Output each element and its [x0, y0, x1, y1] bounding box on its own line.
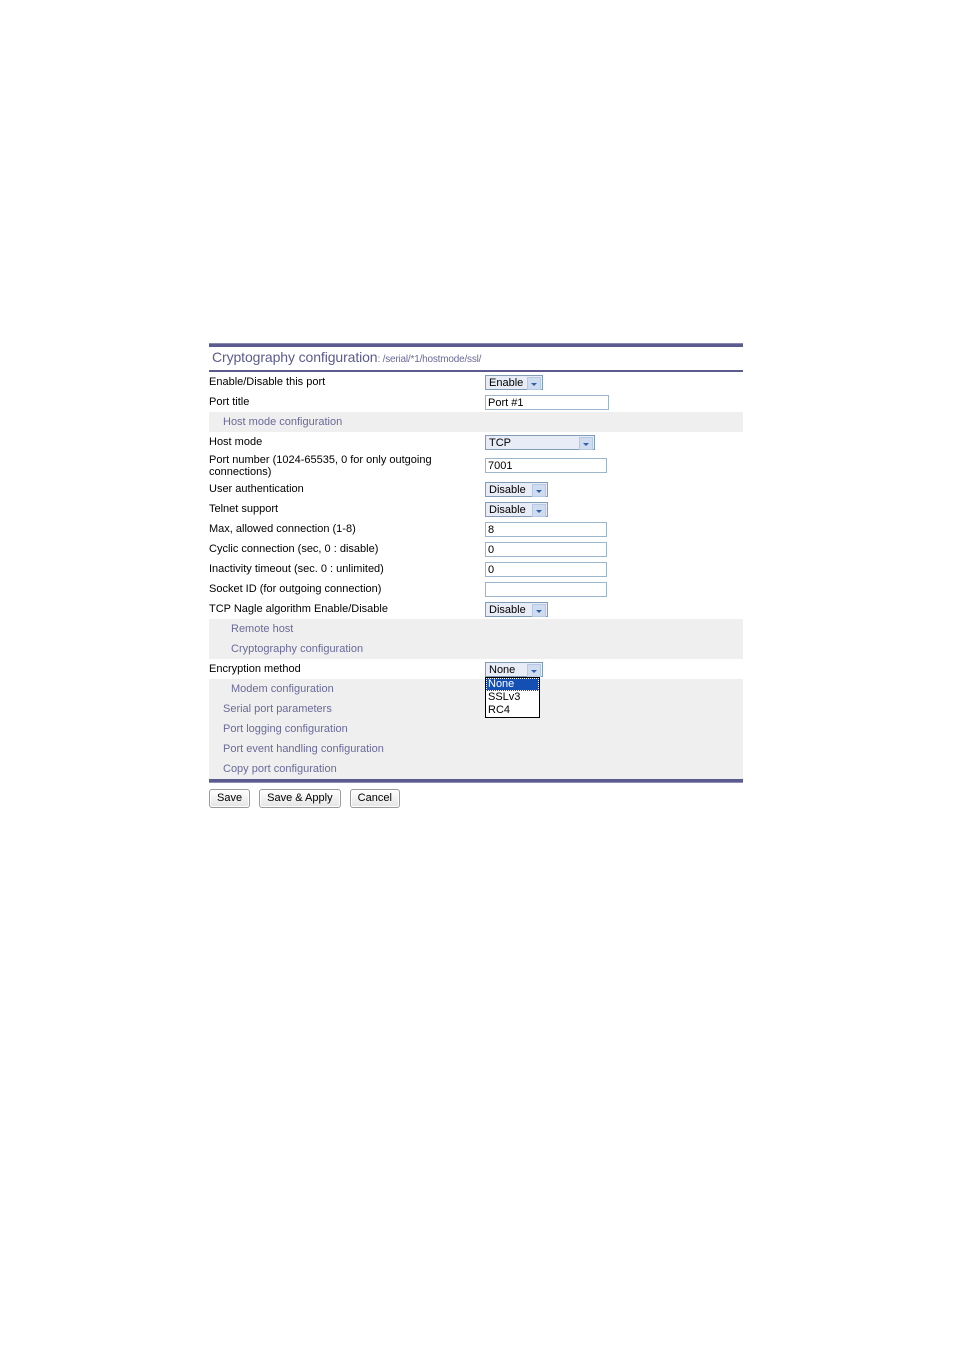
encryption-option-none[interactable]: None	[486, 677, 539, 691]
max-connection-field: 8	[485, 519, 743, 539]
cyclic-connection-input[interactable]: 0	[485, 541, 607, 557]
chevron-down-icon[interactable]	[532, 483, 546, 497]
section-host-mode-configuration: Host mode configuration	[209, 412, 743, 432]
section-copy-port-label: Copy port configuration	[223, 763, 337, 775]
table-row-socket-id: Socket ID (for outgoing connection)	[209, 579, 743, 599]
port-number-label: Port number (1024-65535, 0 for only outg…	[209, 453, 432, 478]
enable-port-field: Enable	[485, 372, 743, 392]
port-number-field: 7001	[485, 452, 743, 479]
inactivity-timeout-label: Inactivity timeout (sec. 0 : unlimited)	[209, 563, 384, 575]
table-row-port-number: Port number (1024-65535, 0 for only outg…	[209, 452, 743, 479]
chevron-down-icon[interactable]	[532, 603, 546, 617]
table-row-host-mode: Host mode TCP	[209, 432, 743, 452]
max-connection-input[interactable]: 8	[485, 521, 607, 537]
section-serial-port-parameters[interactable]: Serial port parameters	[209, 699, 743, 719]
button-bar: Save Save & Apply Cancel	[209, 789, 743, 808]
table-row-encryption-method: Encryption method None None SSLv3 RC4	[209, 659, 743, 718]
encryption-method-select[interactable]: None	[485, 661, 543, 677]
port-number-input[interactable]: 7001	[485, 458, 607, 473]
table-row-enable-port: Enable/Disable this port Enable	[209, 372, 743, 392]
port-title-field: Port #1	[485, 392, 743, 412]
section-port-logging-label: Port logging configuration	[223, 723, 348, 735]
section-host-mode-label: Host mode configuration	[223, 416, 343, 428]
section-port-event-label: Port event handling configuration	[223, 743, 384, 755]
user-authentication-select-value: Disable	[489, 483, 526, 496]
enable-port-select[interactable]: Enable	[485, 374, 543, 390]
port-title-input[interactable]: Port #1	[485, 394, 609, 410]
host-mode-select-value: TCP	[489, 436, 511, 449]
tcp-nagle-select-value: Disable	[489, 603, 526, 616]
encryption-method-option-list[interactable]: None SSLv3 RC4	[485, 676, 540, 718]
panel-bottom-rule	[209, 779, 743, 783]
section-modem-configuration[interactable]: Modem configuration	[209, 679, 743, 699]
chevron-down-icon[interactable]	[532, 503, 546, 517]
table-row-inactivity-timeout: Inactivity timeout (sec. 0 : unlimited) …	[209, 559, 743, 579]
table-row-max-connection: Max, allowed connection (1-8) 8	[209, 519, 743, 539]
encryption-method-label: Encryption method	[209, 663, 301, 675]
section-modem-label: Modem configuration	[231, 683, 334, 695]
telnet-support-select-value: Disable	[489, 503, 526, 516]
host-mode-select[interactable]: TCP	[485, 434, 595, 450]
max-connection-label: Max, allowed connection (1-8)	[209, 523, 356, 535]
section-cryptography-configuration[interactable]: Cryptography configuration	[209, 639, 743, 659]
host-mode-field: TCP	[485, 432, 743, 452]
section-remote-host-label: Remote host	[231, 623, 294, 635]
tcp-nagle-select[interactable]: Disable	[485, 601, 548, 617]
user-authentication-select[interactable]: Disable	[485, 481, 548, 497]
cryptography-configuration-panel: Cryptography configuration: /serial/*1/h…	[209, 343, 743, 808]
breadcrumb-path: : /serial/*1/hostmode/ssl/	[377, 354, 482, 365]
table-row-tcp-nagle: TCP Nagle algorithm Enable/Disable Disab…	[209, 599, 743, 619]
section-port-logging-configuration[interactable]: Port logging configuration	[209, 719, 743, 739]
user-authentication-label: User authentication	[209, 483, 304, 495]
section-cryptography-label: Cryptography configuration	[231, 643, 364, 655]
page-title: Cryptography configuration: /serial/*1/h…	[209, 347, 743, 370]
telnet-support-field: Disable	[485, 499, 743, 519]
chevron-down-icon[interactable]	[579, 436, 593, 450]
enable-port-select-value: Enable	[489, 376, 524, 389]
table-row-telnet-support: Telnet support Disable	[209, 499, 743, 519]
inactivity-timeout-field: 0	[485, 559, 743, 579]
page-title-main: Cryptography configuration	[212, 349, 378, 365]
socket-id-label: Socket ID (for outgoing connection)	[209, 583, 382, 595]
cancel-button[interactable]: Cancel	[349, 789, 400, 808]
telnet-support-select[interactable]: Disable	[485, 501, 548, 517]
encryption-method-select-value: None	[489, 663, 516, 676]
enable-port-label: Enable/Disable this port	[209, 376, 326, 388]
section-port-event-handling[interactable]: Port event handling configuration	[209, 739, 743, 759]
socket-id-field	[485, 579, 743, 599]
inactivity-timeout-input[interactable]: 0	[485, 561, 607, 577]
tcp-nagle-label: TCP Nagle algorithm Enable/Disable	[209, 603, 388, 615]
save-button[interactable]: Save	[209, 789, 251, 808]
configuration-table: Enable/Disable this port Enable Port tit…	[209, 372, 743, 779]
save-and-apply-button[interactable]: Save & Apply	[259, 789, 341, 808]
encryption-option-rc4[interactable]: RC4	[486, 704, 539, 717]
section-copy-port-configuration[interactable]: Copy port configuration	[209, 759, 743, 779]
telnet-support-label: Telnet support	[209, 503, 279, 515]
port-title-label: Port title	[209, 396, 250, 408]
encryption-option-sslv3[interactable]: SSLv3	[486, 691, 539, 704]
table-row-cyclic-connection: Cyclic connection (sec, 0 : disable) 0	[209, 539, 743, 559]
table-row-user-authentication: User authentication Disable	[209, 479, 743, 499]
chevron-down-icon[interactable]	[527, 663, 541, 677]
user-authentication-field: Disable	[485, 479, 743, 499]
cyclic-connection-field: 0	[485, 539, 743, 559]
encryption-method-field: None None SSLv3 RC4	[485, 659, 743, 718]
cyclic-connection-label: Cyclic connection (sec, 0 : disable)	[209, 543, 379, 555]
section-remote-host[interactable]: Remote host	[209, 619, 743, 639]
socket-id-input[interactable]	[485, 581, 607, 597]
tcp-nagle-field: Disable	[485, 599, 743, 619]
section-serial-params-label: Serial port parameters	[223, 703, 332, 715]
encryption-method-dropdown[interactable]: None None SSLv3 RC4	[485, 661, 543, 718]
table-row-port-title: Port title Port #1	[209, 392, 743, 412]
host-mode-label: Host mode	[209, 436, 263, 448]
chevron-down-icon[interactable]	[527, 376, 541, 390]
